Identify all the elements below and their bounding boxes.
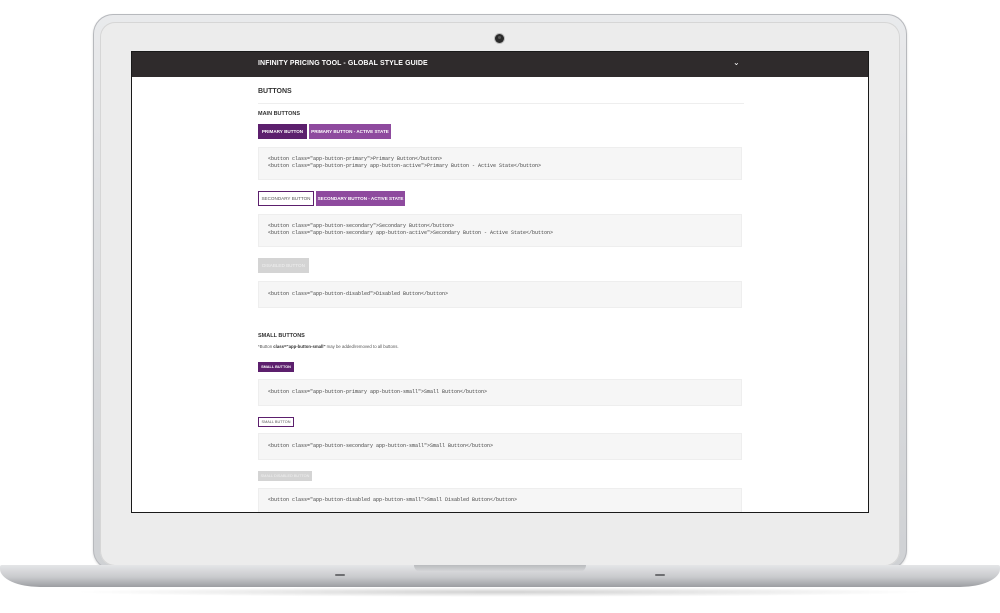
disabled-button[interactable]: DISABLED BUTTON	[258, 258, 309, 273]
small-primary-button[interactable]: SMALL BUTTON	[258, 362, 294, 372]
small-buttons-heading: SMALL BUTTONS	[258, 333, 305, 339]
small-buttons-note: *Button class="app-button-small" may be …	[258, 344, 399, 349]
note-prefix: *Button	[258, 344, 274, 349]
code-line: <button class="app-button-secondary app-…	[268, 443, 494, 449]
secondary-button[interactable]: SECONDARY BUTTON	[258, 191, 314, 206]
main-buttons-heading: MAIN BUTTONS	[258, 111, 301, 117]
code-line: <button class="app-button-disabled app-b…	[268, 497, 518, 503]
section-divider	[258, 103, 744, 104]
small-secondary-code-block: <button class="app-button-secondary app-…	[258, 433, 742, 460]
small-disabled-code-block: <button class="app-button-disabled app-b…	[258, 488, 742, 512]
laptop-notch	[414, 565, 586, 572]
chevron-down-icon[interactable]: ⌄	[733, 59, 740, 67]
primary-active-button[interactable]: PRIMARY BUTTON - ACTIVE STATE	[309, 124, 391, 139]
note-suffix: may be added/removed to all buttons.	[325, 344, 399, 349]
laptop-foot-left	[335, 574, 345, 576]
webcam-icon	[495, 34, 504, 43]
code-line: <button class="app-button-primary app-bu…	[268, 389, 488, 395]
small-secondary-button[interactable]: SMALL BUTTON	[258, 417, 294, 427]
laptop-screen: INFINITY PRICING TOOL - GLOBAL STYLE GUI…	[132, 52, 868, 512]
note-class: class="app-button-small"	[273, 344, 326, 349]
app-header: INFINITY PRICING TOOL - GLOBAL STYLE GUI…	[132, 52, 868, 77]
primary-button[interactable]: PRIMARY BUTTON	[258, 124, 307, 139]
laptop-shadow	[70, 587, 930, 597]
disabled-code-block: <button class="app-button-disabled">Disa…	[258, 281, 742, 308]
small-primary-code-block: <button class="app-button-primary app-bu…	[258, 379, 742, 406]
small-disabled-button[interactable]: SMALL DISABLED BUTTON	[258, 471, 312, 481]
primary-code-block: <button class="app-button-primary">Prima…	[258, 147, 742, 180]
app-title: INFINITY PRICING TOOL - GLOBAL STYLE GUI…	[258, 60, 428, 67]
code-line: <button class="app-button-disabled">Disa…	[268, 291, 449, 297]
secondary-code-block: <button class="app-button-secondary">Sec…	[258, 214, 742, 247]
code-line: <button class="app-button-primary app-bu…	[268, 162, 542, 169]
code-line: <button class="app-button-secondary app-…	[268, 229, 554, 236]
laptop-foot-right	[655, 574, 665, 576]
section-title: BUTTONS	[258, 88, 292, 95]
secondary-active-button[interactable]: SECONDARY BUTTON - ACTIVE STATE	[316, 191, 405, 206]
